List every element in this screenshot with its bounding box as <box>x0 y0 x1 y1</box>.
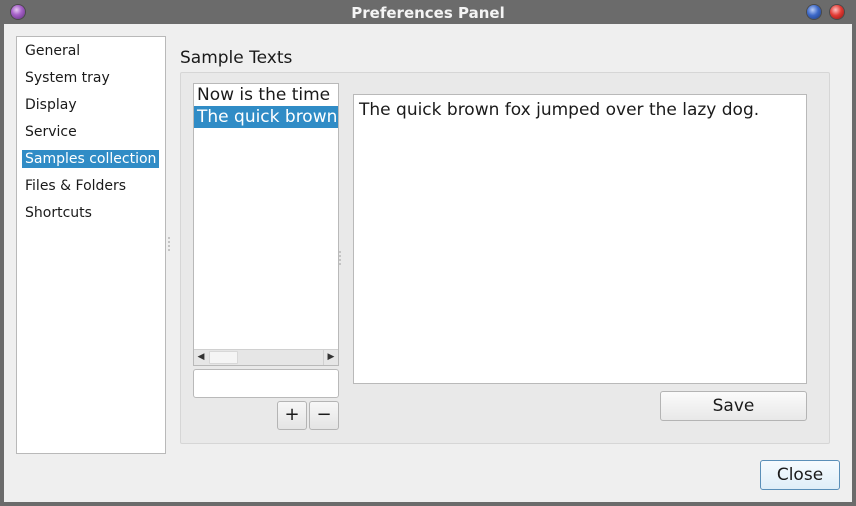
window-title: Preferences Panel <box>351 4 505 22</box>
sample-name-input[interactable] <box>193 369 339 398</box>
sidebar-item-service[interactable]: Service <box>22 123 80 141</box>
sample-text-editor[interactable]: The quick brown fox jumped over the lazy… <box>353 94 807 384</box>
sidebar-splitter-handle[interactable] <box>168 237 170 253</box>
list-item[interactable]: The quick brown <box>194 106 338 128</box>
list-item[interactable]: Now is the time <box>194 84 338 106</box>
sidebar-item-files-folders[interactable]: Files & Folders <box>22 177 129 195</box>
sidebar-item-general[interactable]: General <box>22 42 83 60</box>
horizontal-scrollbar[interactable]: ◀ ▶ <box>194 349 338 365</box>
sample-texts-group: Now is the time The quick brown ◀ ▶ + − … <box>180 72 830 444</box>
sidebar-item-system-tray[interactable]: System tray <box>22 69 113 87</box>
dialog-content: General System tray Display Service Samp… <box>4 24 852 502</box>
category-list: General System tray Display Service Samp… <box>16 36 166 454</box>
sidebar-item-display[interactable]: Display <box>22 96 80 114</box>
preferences-window: Preferences Panel General System tray Di… <box>0 0 856 506</box>
remove-sample-button[interactable]: − <box>309 401 339 430</box>
scroll-left-icon[interactable]: ◀ <box>194 350 208 365</box>
close-window-icon[interactable] <box>830 5 844 19</box>
minimize-icon[interactable] <box>807 5 821 19</box>
sidebar-item-samples-collection[interactable]: Samples collection <box>22 150 160 168</box>
sidebar-item-shortcuts[interactable]: Shortcuts <box>22 204 95 222</box>
title-bar[interactable]: Preferences Panel <box>0 0 856 24</box>
section-title: Sample Texts <box>180 48 293 68</box>
add-sample-button[interactable]: + <box>277 401 307 430</box>
save-button[interactable]: Save <box>660 391 807 421</box>
scroll-thumb[interactable] <box>209 351 238 364</box>
close-button[interactable]: Close <box>760 460 840 490</box>
sample-list: Now is the time The quick brown ◀ ▶ <box>193 83 339 366</box>
list-splitter-handle[interactable] <box>339 251 341 267</box>
scroll-right-icon[interactable]: ▶ <box>324 350 338 365</box>
